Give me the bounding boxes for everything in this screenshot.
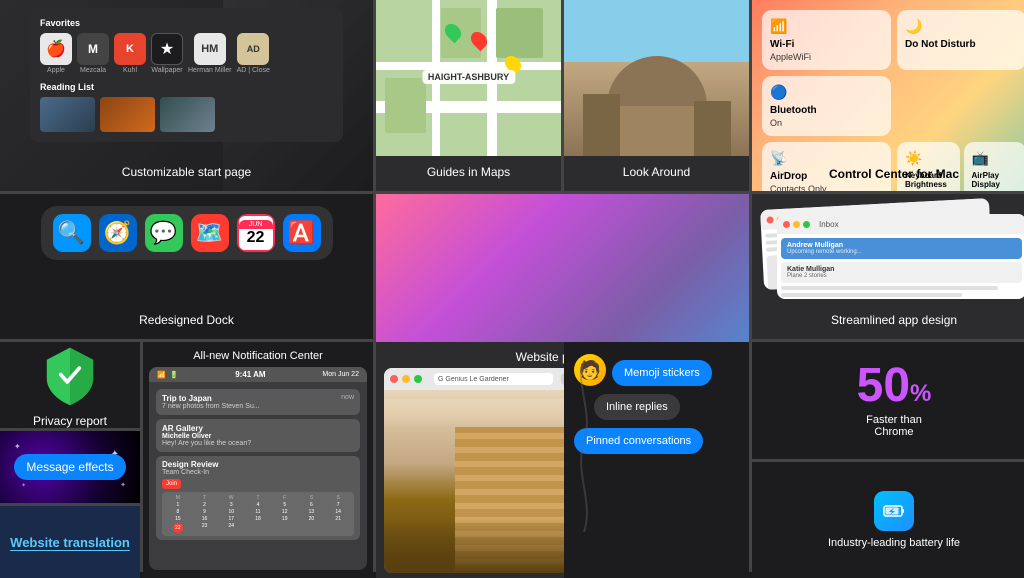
notif-card-2: AR Gallery Michelle Oliver Hey! Are you …: [156, 419, 360, 452]
battery-icon: [882, 499, 906, 523]
notif-time: 9:41 AM: [235, 370, 265, 379]
guides-maps-label: Guides in Maps: [421, 165, 516, 181]
privacy-shield-icon: [40, 343, 100, 408]
memoji-bubble: Memoji stickers: [612, 360, 712, 386]
privacy-label: Privacy report: [33, 414, 107, 428]
battery-icon-wrap: [874, 491, 914, 531]
control-center-grid: 📶 Wi-Fi AppleWiFi 🌙 Do Not Disturb 🔵 Blu…: [762, 10, 1024, 191]
browser-tab-1[interactable]: G Genius Le Gardener: [434, 373, 553, 385]
reading-card-2: [100, 97, 155, 132]
email-item-2: Katie Mulligan Plane 2 stories: [781, 262, 1022, 283]
cell-website-translation: Website translation: [0, 506, 140, 578]
inline-bubble: Inline replies: [594, 394, 680, 420]
dock-icon-safari: 🧭: [99, 214, 137, 252]
cell-streamlined: Inbox Andrew Mulligan Upcoming remote wo…: [752, 194, 1024, 339]
left-column-bottom: Privacy report ✦ ✦ ✦ ✦ Message effects W…: [0, 342, 140, 578]
speed-label: Faster thanChrome: [866, 414, 922, 438]
app-window-front: Inbox Andrew Mulligan Upcoming remote wo…: [777, 214, 1024, 299]
speed-percent: %: [910, 382, 931, 406]
cc-wifi: 📶 Wi-Fi AppleWiFi: [762, 10, 891, 70]
look-around-image: [564, 0, 749, 156]
cell-message-effects: ✦ ✦ ✦ ✦ Message effects: [0, 431, 140, 503]
cc-dnd-title: Do Not Disturb: [905, 39, 1018, 50]
cell-control-center: 📶 Wi-Fi AppleWiFi 🌙 Do Not Disturb 🔵 Blu…: [752, 0, 1024, 191]
cell-speed: 50 % Faster thanChrome: [752, 342, 1024, 459]
fav-wallpaper: ★ Wallpaper: [151, 33, 183, 74]
look-around-label: Look Around: [564, 165, 749, 181]
fav-kuhl: K Kuhl: [114, 33, 146, 74]
website-translation-label: Website translation: [10, 535, 130, 550]
notif-card-cal: Design Review Team Check-In Join M T W T…: [156, 456, 360, 540]
email-item-1: Andrew Mulligan Upcoming remote working.…: [781, 238, 1022, 259]
cc-bt-title: Bluetooth: [770, 105, 883, 116]
notification-center-title: All-new Notification Center: [149, 350, 367, 362]
app-windows-display: Inbox Andrew Mulligan Upcoming remote wo…: [757, 199, 1024, 304]
reading-row: [40, 97, 333, 132]
dock-icon-messages: 💬: [145, 214, 183, 252]
cell-messages-features: 🧑 Memoji stickers Inline replies Pinned …: [564, 342, 749, 578]
message-effects-bubble: Message effects: [14, 454, 125, 480]
cc-airdrop-sub: Contacts Only: [770, 184, 883, 191]
battery-label: Industry-leading battery life: [828, 537, 960, 549]
dock-icon-finder: 🔍: [53, 214, 91, 252]
cell-privacy: Privacy report: [0, 342, 140, 428]
start-page-label: Customizable start page: [116, 165, 257, 181]
cell-battery: Industry-leading battery life: [752, 462, 1024, 578]
cc-wifi-sub: AppleWiFi: [770, 52, 883, 62]
notif-status-bar: 📶 🔋 9:41 AM Mon Jun 22: [149, 367, 367, 382]
streamlined-label: Streamlined app design: [825, 313, 963, 329]
reading-card-1: [40, 97, 95, 132]
cc-bt-sub: On: [770, 118, 883, 128]
cc-empty: [897, 76, 1024, 136]
notification-screen: 📶 🔋 9:41 AM Mon Jun 22 Trip to Japan now…: [149, 367, 367, 570]
cell-start-page: Favorites 🍎 Apple M Mezcala K Kuhl ★ Wal…: [0, 0, 373, 191]
dock-icon-cal: JUN 22: [237, 214, 275, 252]
favorites-title: Favorites: [40, 18, 333, 28]
fav-apple: 🍎 Apple: [40, 33, 72, 74]
cc-dnd: 🌙 Do Not Disturb: [897, 10, 1024, 70]
cell-guides-maps: HAIGHT-ASHBURY Guides in Maps: [376, 0, 561, 191]
cell-dock: 🔍 🧭 💬 🗺️ JUN 22 🅰️ Redesigned Dock: [0, 194, 373, 339]
cell-speed-battery: 50 % Faster thanChrome Industry-leading …: [752, 342, 1024, 578]
cell-look-around: Look Around: [564, 0, 749, 191]
cc-wifi-title: Wi-Fi: [770, 39, 883, 50]
dock-label: Redesigned Dock: [133, 313, 240, 329]
messages-decoration: [569, 342, 599, 578]
start-page-inner: Favorites 🍎 Apple M Mezcala K Kuhl ★ Wal…: [30, 8, 343, 142]
fav-ad: AD AD | Close: [237, 33, 270, 74]
dock-icon-maps: 🗺️: [191, 214, 229, 252]
speed-number: 50: [857, 362, 910, 410]
fav-herman: HM Herman Miller: [188, 33, 232, 74]
favorites-row: 🍎 Apple M Mezcala K Kuhl ★ Wallpaper HM: [40, 33, 333, 74]
reading-title: Reading List: [40, 82, 333, 92]
notif-card-1: Trip to Japan now 7 new photos from Stev…: [156, 389, 360, 415]
dock-display: 🔍 🧭 💬 🗺️ JUN 22 🅰️: [41, 206, 333, 260]
notif-date: Mon Jun 22: [322, 371, 359, 378]
control-center-label: Control Center for Mac: [752, 167, 1024, 181]
reading-card-3: [160, 97, 215, 132]
map-background: HAIGHT-ASHBURY: [376, 0, 561, 156]
dock-icon-appstore: 🅰️: [283, 214, 321, 252]
cell-notification-center: All-new Notification Center 📶 🔋 9:41 AM …: [143, 342, 373, 578]
fav-mezcla: M Mezcala: [77, 33, 109, 74]
cc-bluetooth: 🔵 Bluetooth On: [762, 76, 891, 136]
